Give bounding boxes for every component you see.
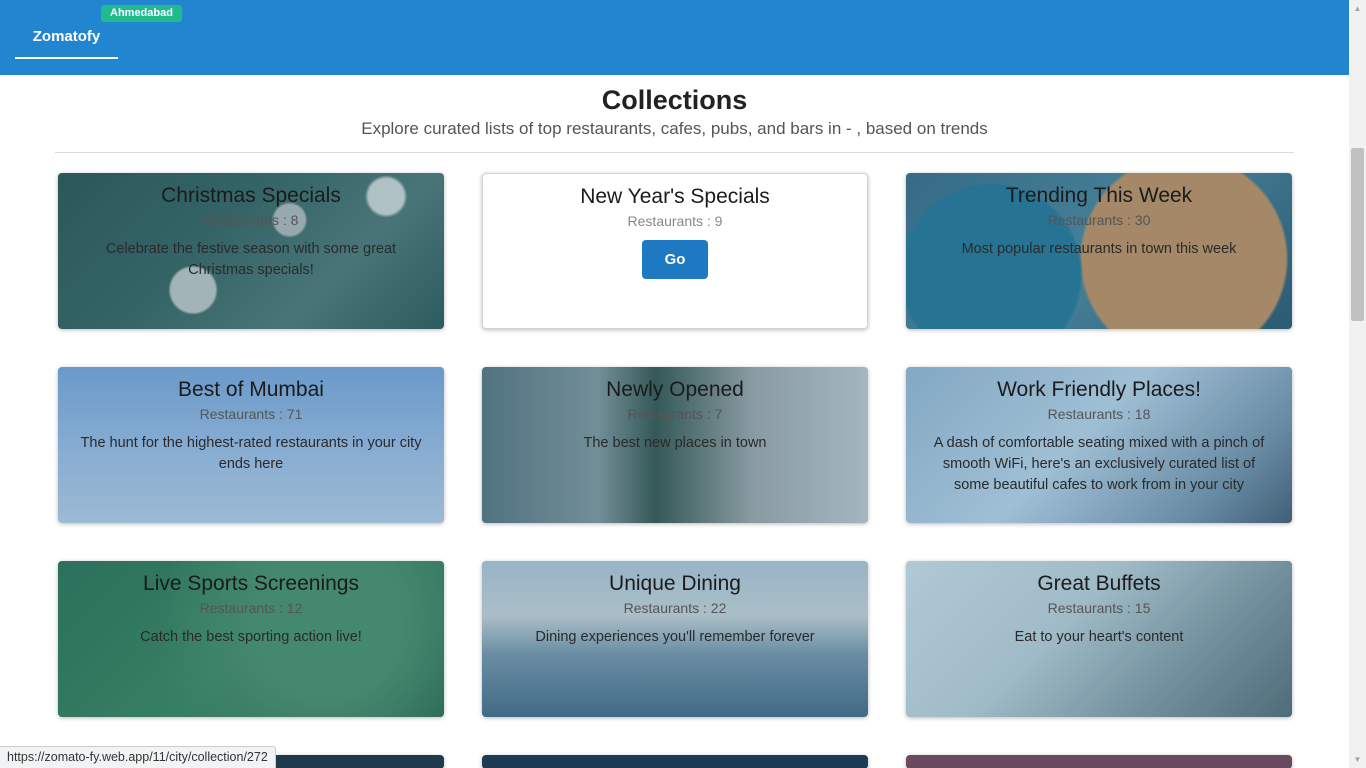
link-status-bar: https://zomato-fy.web.app/11/city/collec…	[0, 746, 276, 768]
card-background-image	[482, 755, 868, 768]
collection-description: Eat to your heart's content	[1014, 629, 1184, 645]
collection-title: Best of Mumbai	[178, 378, 324, 401]
card-background-image	[906, 755, 1292, 768]
scroll-down-arrow-icon[interactable]: ▼	[1349, 751, 1366, 768]
collection-card[interactable]: Christmas Specials Restaurants : 8 Celeb…	[58, 173, 444, 329]
collection-card[interactable]: Newly Opened Restaurants : 7 The best ne…	[482, 367, 868, 523]
restaurant-count: Restaurants : 71	[199, 406, 303, 422]
go-button[interactable]: Go	[642, 240, 708, 279]
collection-title: New Year's Specials	[580, 185, 770, 208]
restaurant-count: Restaurants : 18	[1047, 406, 1151, 422]
page-title: Collections	[601, 85, 748, 115]
page-subtitle: Explore curated lists of top restaurants…	[361, 119, 988, 138]
collection-card[interactable]: Unique Dining Restaurants : 22 Dining ex…	[482, 561, 868, 717]
brand-link[interactable]: Zomatofy	[15, 24, 118, 59]
header-divider	[55, 152, 1294, 153]
collection-title: Great Buffets	[1037, 572, 1161, 595]
collection-title: Newly Opened	[606, 378, 744, 401]
collection-description: Dining experiences you'll remember forev…	[535, 629, 815, 645]
collection-description: A dash of comfortable seating mixed with…	[933, 435, 1265, 493]
collections-header: Collections Explore curated lists of top…	[0, 75, 1349, 140]
collection-title: Trending This Week	[1005, 184, 1193, 207]
collection-title: Christmas Specials	[161, 184, 341, 207]
collection-card[interactable]: Best of Mumbai Restaurants : 71 The hunt…	[58, 367, 444, 523]
city-badge[interactable]: Ahmedabad	[101, 5, 182, 22]
collection-title: Live Sports Screenings	[143, 572, 359, 595]
collection-description: The hunt for the highest-rated restauran…	[80, 435, 422, 472]
collection-description: Most popular restaurants in town this we…	[961, 241, 1237, 257]
restaurant-count: Restaurants : 12	[199, 600, 303, 616]
restaurant-count: Restaurants : 30	[1047, 212, 1151, 228]
collection-card[interactable]: Great Buffets Restaurants : 15 Eat to yo…	[906, 561, 1292, 717]
collection-description: Catch the best sporting action live!	[140, 629, 362, 645]
scroll-up-arrow-icon[interactable]: ▲	[1349, 0, 1366, 17]
collection-card[interactable]: Live Sports Screenings Restaurants : 12 …	[58, 561, 444, 717]
restaurant-count: Restaurants : 22	[623, 600, 727, 616]
restaurant-count: Restaurants : 9	[627, 213, 723, 229]
restaurant-count: Restaurants : 8	[203, 212, 299, 228]
collection-card: New Year's Specials Restaurants : 9 Go	[482, 173, 868, 329]
collection-card[interactable]	[906, 755, 1292, 768]
restaurant-count: Restaurants : 15	[1047, 600, 1151, 616]
top-navbar: Zomatofy Ahmedabad	[0, 0, 1349, 75]
collection-title: Unique Dining	[609, 572, 741, 595]
scrollbar-thumb[interactable]	[1351, 148, 1364, 321]
collection-description: Celebrate the festive season with some g…	[105, 241, 397, 278]
collection-card[interactable]: Trending This Week Restaurants : 30 Most…	[906, 173, 1292, 329]
vertical-scrollbar[interactable]: ▲ ▼	[1349, 0, 1366, 768]
collection-description: The best new places in town	[583, 435, 767, 451]
restaurant-count: Restaurants : 7	[627, 406, 723, 422]
collection-title: Work Friendly Places!	[997, 378, 1201, 401]
collection-card[interactable]	[482, 755, 868, 768]
collection-card[interactable]: Work Friendly Places! Restaurants : 18 A…	[906, 367, 1292, 523]
